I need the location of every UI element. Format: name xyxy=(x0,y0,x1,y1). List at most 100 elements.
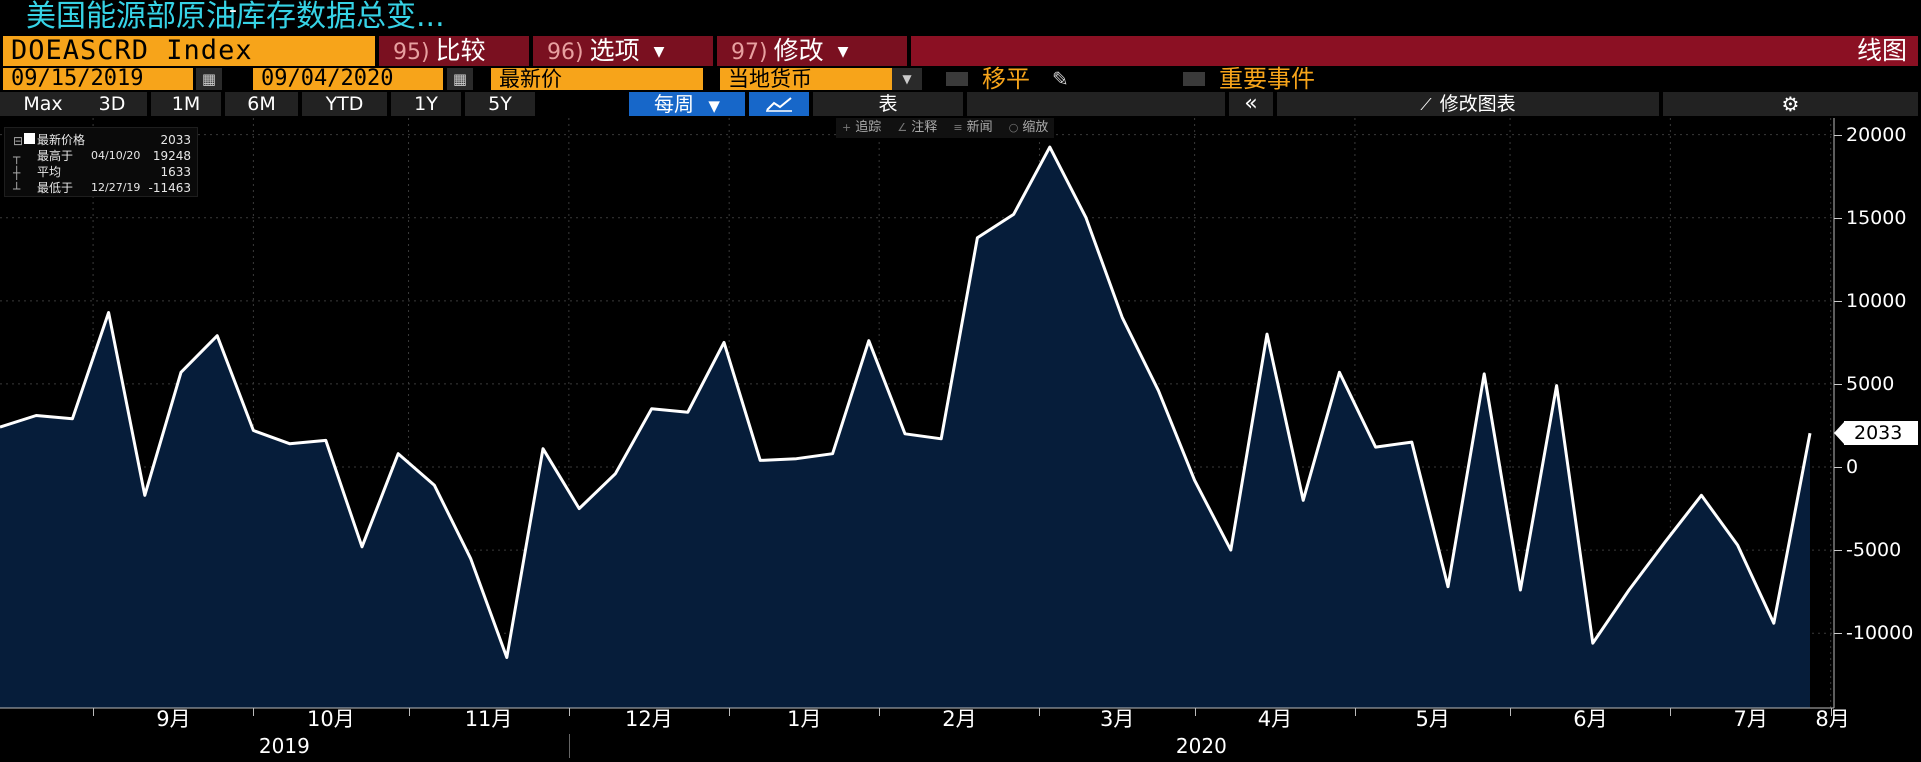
data-point xyxy=(251,428,255,432)
pencil-icon[interactable]: ✎ xyxy=(1052,66,1069,92)
data-point xyxy=(107,310,111,314)
data-point xyxy=(1337,370,1341,374)
modify-button-label: 修改 xyxy=(773,36,824,65)
legend-last-label: 最新价格 xyxy=(37,133,86,147)
tab-ytd[interactable]: YTD xyxy=(302,92,387,116)
legend-swatch xyxy=(24,133,35,144)
data-point xyxy=(1772,621,1776,625)
data-point xyxy=(650,407,654,411)
data-point xyxy=(1301,498,1305,502)
start-date-input[interactable]: 09/15/2019 xyxy=(3,68,193,90)
data-point xyxy=(34,413,38,417)
chart-area[interactable] xyxy=(0,116,1921,762)
options-button-label: 选项 xyxy=(589,36,640,65)
tab-1m[interactable]: 1M xyxy=(151,92,221,116)
collapse-button[interactable]: « xyxy=(1229,92,1273,116)
data-point xyxy=(1699,493,1703,497)
legend-low-label: 最低于 xyxy=(37,181,74,195)
data-point xyxy=(1012,212,1016,216)
tab-5y[interactable]: 5Y xyxy=(465,92,535,116)
toolbar-red-bar xyxy=(911,36,1918,66)
chart-type-label[interactable]: 线图 xyxy=(1857,36,1907,66)
calendar-icon[interactable]: ▦ xyxy=(447,68,473,90)
annotate-tool[interactable]: ∠ 注释 xyxy=(891,118,943,138)
modify-button[interactable]: 97) 修改 ▼ xyxy=(717,36,907,66)
data-point xyxy=(1229,548,1233,552)
chevron-down-icon[interactable]: ▼ xyxy=(892,68,922,90)
period-dropdown[interactable]: 每周 ▼ xyxy=(629,92,745,116)
currency-field[interactable]: 当地货币 xyxy=(720,68,892,90)
crosshair-icon: + xyxy=(842,121,852,134)
legend-low: 最低于 12/27/19 -11463 xyxy=(37,180,197,196)
events-checkbox[interactable] xyxy=(1183,72,1205,86)
data-point xyxy=(143,493,147,497)
table-button[interactable]: 表 xyxy=(813,92,963,116)
compare-button-number: 95) xyxy=(393,40,430,65)
chart-mini-toolbar: + 追踪 ∠ 注释 ≡ 新闻 ○ 缩放 xyxy=(836,118,1055,138)
data-point xyxy=(1156,389,1160,393)
data-point xyxy=(324,438,328,442)
data-point xyxy=(613,472,617,476)
legend-avg-value: 1633 xyxy=(160,165,191,179)
data-point xyxy=(1120,315,1124,319)
date-separator: - xyxy=(229,0,237,23)
annotate-icon: ∠ xyxy=(897,121,908,134)
data-point xyxy=(758,458,762,462)
legend-low-value: -11463 xyxy=(148,181,191,195)
tab-3d[interactable]: 3D xyxy=(77,92,147,116)
events-label: 重要事件 xyxy=(1219,65,1315,93)
track-tool[interactable]: + 追踪 xyxy=(836,118,887,138)
security-input[interactable]: DOEASCRD Index xyxy=(3,36,375,66)
legend-high: 最高于 04/10/20 19248 xyxy=(37,148,197,164)
area-fill xyxy=(0,147,1810,709)
last-price-tag: 2033 xyxy=(1844,421,1918,446)
period-label: 每周 xyxy=(654,92,695,116)
chevron-down-icon: ▼ xyxy=(653,44,665,60)
data-point xyxy=(288,442,292,446)
data-point xyxy=(1518,588,1522,592)
data-point xyxy=(686,410,690,414)
data-point xyxy=(794,457,798,461)
data-point xyxy=(867,339,871,343)
edit-chart-button[interactable]: ⟋ 修改图表 xyxy=(1277,92,1659,116)
shift-checkbox[interactable] xyxy=(946,72,968,86)
legend-last: 最新价格 2033 xyxy=(37,132,197,148)
legend-high-label: 最高于 xyxy=(37,149,74,163)
calendar-icon[interactable]: ▦ xyxy=(196,68,222,90)
zoom-label: 缩放 xyxy=(1022,120,1049,135)
compare-button-label: 比较 xyxy=(435,36,486,65)
zoom-tool[interactable]: ○ 缩放 xyxy=(1003,118,1055,138)
data-point xyxy=(939,437,943,441)
compare-button[interactable]: 95) 比较 xyxy=(379,36,529,66)
data-point xyxy=(1627,588,1631,592)
data-point xyxy=(1591,641,1595,645)
data-point xyxy=(396,452,400,456)
end-date-input[interactable]: 09/04/2020 xyxy=(253,68,443,90)
data-point xyxy=(722,340,726,344)
tab-6m[interactable]: 6M xyxy=(225,92,298,116)
data-point xyxy=(179,370,183,374)
data-point xyxy=(1048,145,1052,149)
legend-avg: 平均 1633 xyxy=(37,164,197,180)
data-point xyxy=(831,452,835,456)
news-tool[interactable]: ≡ 新闻 xyxy=(947,118,998,138)
data-point xyxy=(1265,332,1269,336)
data-point xyxy=(903,432,907,436)
data-point xyxy=(1193,478,1197,482)
legend-low-date: 12/27/19 xyxy=(91,181,141,194)
data-point xyxy=(360,545,364,549)
gear-icon[interactable]: ⚙ xyxy=(1663,92,1918,116)
track-label: 追踪 xyxy=(855,120,882,135)
legend-high-date: 04/10/20 xyxy=(91,149,141,162)
zoom-icon: ○ xyxy=(1008,121,1019,134)
chart-legend: ⊟ ┬ ┼ ┴ 最新价格 2033 最高于 04/10/20 19248 平均 163… xyxy=(4,127,198,197)
price-type-field[interactable]: 最新价 xyxy=(491,68,703,90)
data-point xyxy=(1555,384,1559,388)
tab-max[interactable]: Max xyxy=(0,92,86,116)
tab-1y[interactable]: 1Y xyxy=(391,92,461,116)
data-point xyxy=(505,656,509,660)
data-point xyxy=(1663,540,1667,544)
chevron-down-icon: ▼ xyxy=(708,97,720,115)
options-button[interactable]: 96) 选项 ▼ xyxy=(533,36,713,66)
line-chart-icon[interactable] xyxy=(749,92,809,116)
